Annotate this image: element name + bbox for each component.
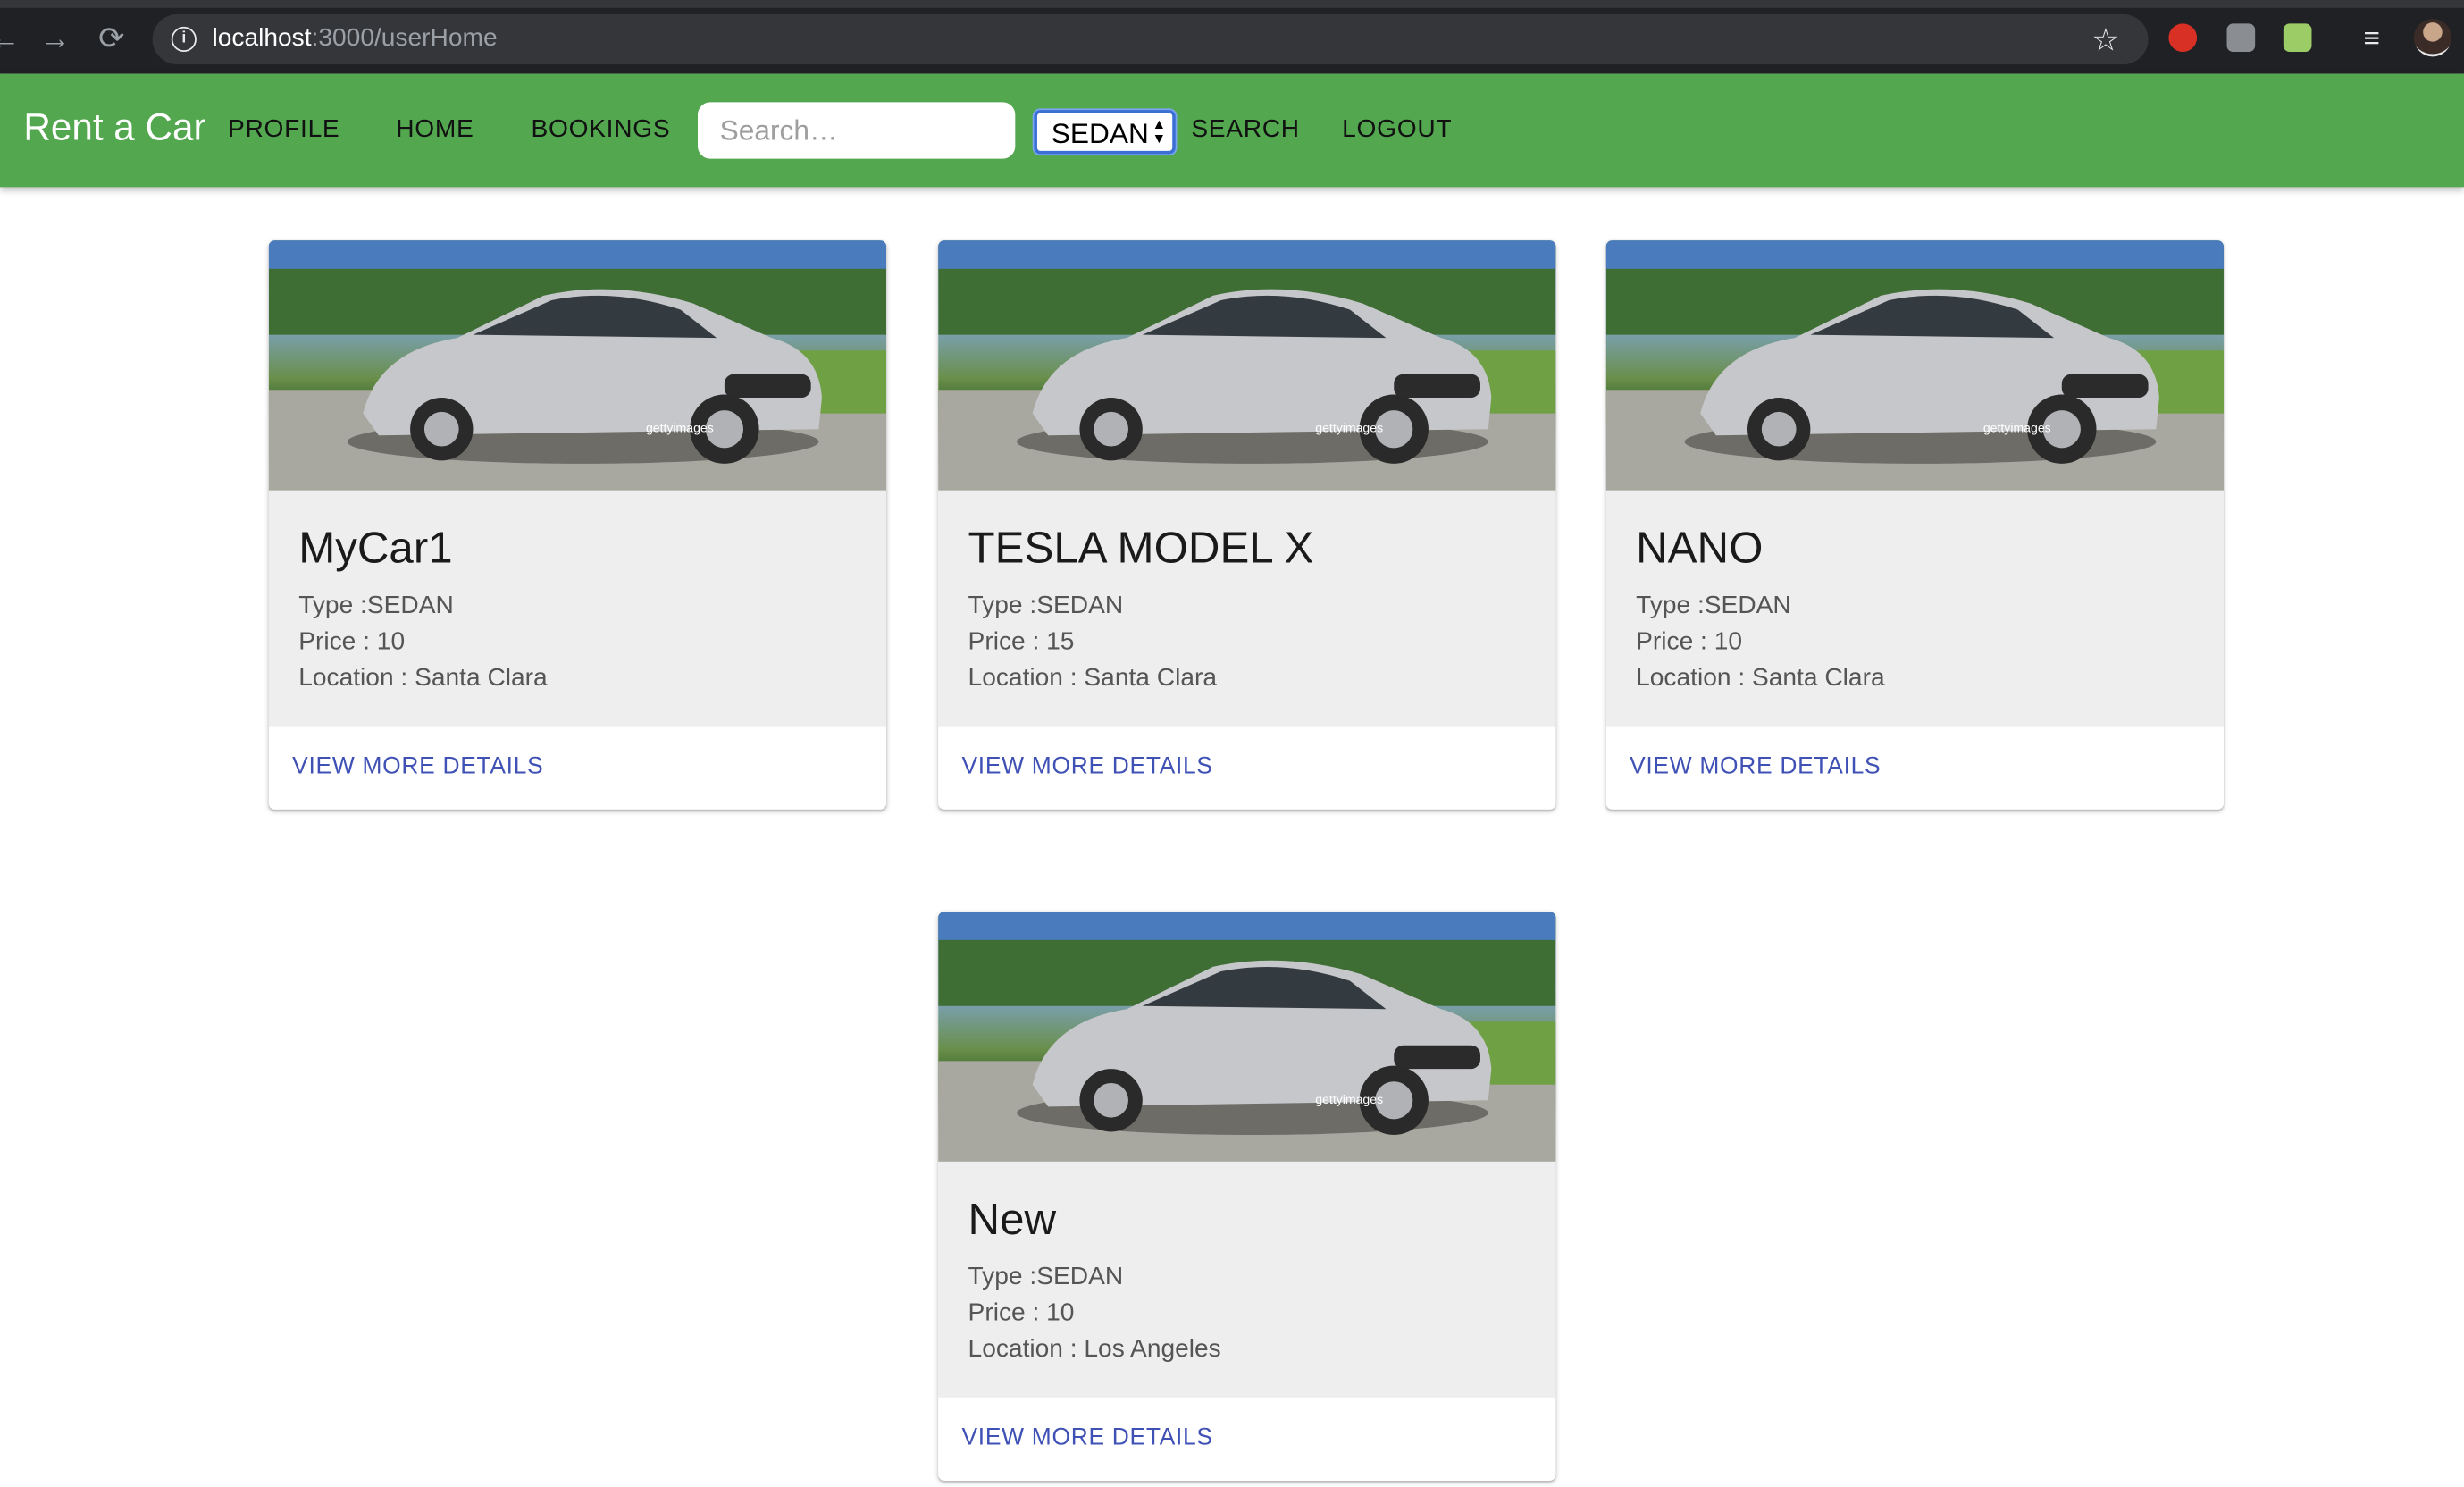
- watermark-text: gettyimages: [1983, 421, 2051, 435]
- browser-toolbar: ← → ⟳ i localhost:3000/userHome ☆ ≡: [0, 0, 2464, 74]
- brand-title: Rent a Car: [23, 106, 206, 150]
- card-content: TESLA MODEL X Type :SEDAN Price : 15 Loc…: [938, 490, 1556, 727]
- nav-home[interactable]: HOME: [396, 114, 474, 146]
- car-type: Type :SEDAN: [968, 592, 1124, 620]
- app-bar: Rent a Car PROFILE HOME BOOKINGS SEDAN ▲…: [0, 73, 2464, 188]
- view-more-details-button[interactable]: VIEW MORE DETAILS: [1630, 752, 1881, 783]
- address-bar[interactable]: i localhost:3000/userHome ☆: [152, 13, 2149, 65]
- car-location: Location : Santa Clara: [968, 665, 1218, 692]
- profile-avatar[interactable]: [2413, 19, 2452, 57]
- car-card: gettyimages NANO Type :SEDAN Price : 10 …: [1605, 240, 2224, 810]
- car-card: gettyimages New Type :SEDAN Price : 10 L…: [938, 912, 1556, 1481]
- car-photo: gettyimages: [1605, 240, 2224, 491]
- view-more-details-button[interactable]: VIEW MORE DETAILS: [962, 752, 1213, 783]
- forward-icon[interactable]: →: [35, 19, 76, 60]
- car-card: gettyimages TESLA MODEL X Type :SEDAN Pr…: [938, 240, 1556, 810]
- car-price: Price : 10: [1636, 628, 1743, 656]
- url-host: localhost: [212, 25, 312, 53]
- watermark-text: gettyimages: [646, 421, 714, 435]
- url-text: localhost:3000/userHome: [212, 23, 497, 55]
- info-icon[interactable]: i: [171, 26, 197, 53]
- logout-button[interactable]: LOGOUT: [1342, 114, 1452, 146]
- view-more-details-button[interactable]: VIEW MORE DETAILS: [292, 752, 543, 783]
- reading-list-icon[interactable]: ≡: [2364, 23, 2393, 52]
- tab-strip-edge: [0, 0, 2464, 8]
- car-type: Type :SEDAN: [968, 1264, 1124, 1291]
- car-location: Location : Los Angeles: [968, 1336, 1221, 1364]
- car-photo: gettyimages: [938, 912, 1556, 1162]
- car-name: TESLA MODEL X: [968, 523, 1314, 573]
- car-price: Price : 15: [968, 628, 1075, 656]
- card-content: New Type :SEDAN Price : 10 Location : Lo…: [938, 1161, 1556, 1398]
- view-more-details-button[interactable]: VIEW MORE DETAILS: [962, 1423, 1213, 1454]
- extension-red-icon[interactable]: [2168, 23, 2198, 53]
- car-type-selected: SEDAN: [1051, 117, 1149, 150]
- url-path: :3000/userHome: [311, 25, 498, 53]
- car-location: Location : Santa Clara: [1636, 665, 1885, 692]
- car-type-select[interactable]: SEDAN ▲ ▼: [1034, 110, 1176, 155]
- select-arrows-icon: ▲ ▼: [1152, 116, 1167, 147]
- search-button[interactable]: SEARCH: [1191, 114, 1300, 146]
- nav-bookings[interactable]: BOOKINGS: [532, 114, 671, 146]
- car-image: gettyimages: [268, 240, 887, 491]
- car-image: gettyimages: [938, 240, 1556, 491]
- car-photo: gettyimages: [268, 240, 887, 491]
- car-type: Type :SEDAN: [298, 592, 454, 620]
- car-type: Type :SEDAN: [1636, 592, 1791, 620]
- car-price: Price : 10: [968, 1299, 1075, 1327]
- car-card: gettyimages MyCar1 Type :SEDAN Price : 1…: [268, 240, 887, 810]
- car-location: Location : Santa Clara: [298, 665, 548, 692]
- car-price: Price : 10: [298, 628, 406, 656]
- card-content: MyCar1 Type :SEDAN Price : 10 Location :…: [268, 490, 887, 727]
- car-image: gettyimages: [938, 912, 1556, 1162]
- car-photo: gettyimages: [938, 240, 1556, 491]
- nav-profile[interactable]: PROFILE: [228, 114, 339, 146]
- watermark-text: gettyimages: [1315, 1092, 1383, 1106]
- extension-copy-icon[interactable]: [2226, 23, 2256, 53]
- car-name: MyCar1: [298, 523, 453, 573]
- car-name: New: [968, 1194, 1057, 1244]
- back-icon[interactable]: ←: [0, 19, 25, 60]
- reload-icon[interactable]: ⟳: [91, 19, 132, 60]
- car-name: NANO: [1636, 523, 1764, 573]
- car-image: gettyimages: [1605, 240, 2224, 491]
- viewport: ← → ⟳ i localhost:3000/userHome ☆ ≡ Rent…: [0, 0, 2464, 1487]
- card-content: NANO Type :SEDAN Price : 10 Location : S…: [1605, 490, 2224, 727]
- search-input[interactable]: [697, 102, 1016, 159]
- bookmark-star-icon[interactable]: ☆: [2091, 21, 2120, 60]
- extension-check-icon[interactable]: [2283, 23, 2312, 53]
- watermark-text: gettyimages: [1315, 421, 1383, 435]
